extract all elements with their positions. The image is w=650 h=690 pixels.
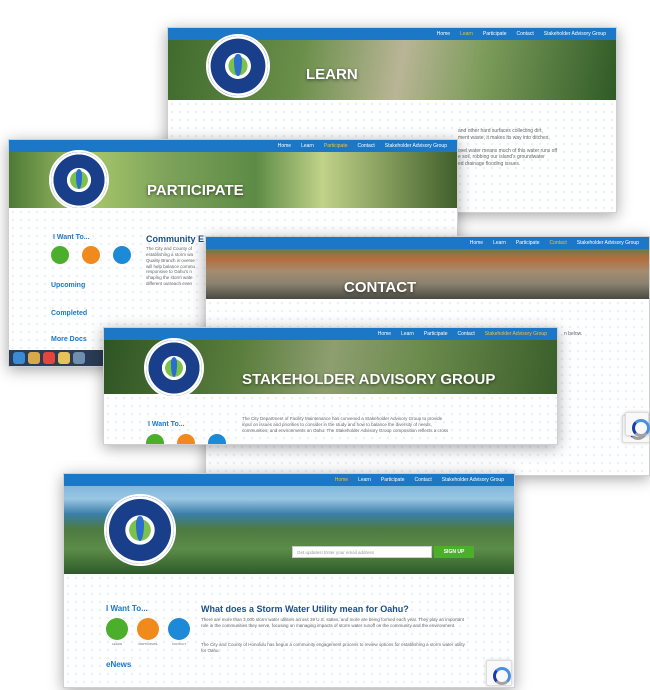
nav-link-contact[interactable]: Contact [358, 143, 375, 149]
nav-link-participate[interactable]: Participate [516, 240, 540, 246]
stakeholder-hero-title: STAKEHOLDER ADVISORY GROUP [242, 371, 496, 388]
nav-link-contact[interactable]: Contact [517, 31, 534, 37]
stakeholder-i-want-to: I Want To... [148, 421, 185, 428]
stakeholder-participate-circle[interactable] [177, 434, 195, 444]
home-recaptcha[interactable] [486, 660, 512, 686]
nav-link-participate[interactable]: Participate [381, 477, 405, 483]
nav-link-learn[interactable]: Learn [358, 477, 371, 483]
home-para2: The City and County of Honolulu has begu… [201, 642, 465, 653]
participate-i-want-to: I Want To... [53, 234, 90, 241]
icon-label: PARTICIPATE [138, 642, 158, 646]
home-navbar: Home Learn Participate Contact Stakeholder A… [64, 474, 514, 486]
home-signup-button[interactable]: SIGN UP [434, 546, 474, 558]
contact-hero-title: CONTACT [344, 279, 417, 296]
contact-navbar: Home Learn Participate Contact Stakeholder A… [206, 237, 649, 249]
nav-link-contact[interactable]: Contact [550, 240, 567, 246]
folder-icon[interactable] [58, 352, 70, 364]
lightbulb-icon[interactable] [106, 618, 128, 640]
home-email-input[interactable]: Get updates! Enter your email address [292, 546, 432, 558]
home-para1: There are more than 2,000 storm water ut… [201, 617, 465, 628]
nav-link-contact[interactable]: Contact [415, 477, 432, 483]
participate-contact-circle[interactable] [113, 246, 131, 264]
text-line: communities, and environments on Oahu. T… [242, 427, 449, 433]
home-heading: What does a Storm Water Utility mean for… [201, 604, 409, 614]
nav-link-learn[interactable]: Learn [460, 31, 473, 37]
stakeholder-learn-circle[interactable] [146, 434, 164, 444]
stakeholder-contact-circle[interactable] [208, 434, 226, 444]
participate-completed[interactable]: Completed [51, 310, 87, 317]
contact-side-text: n below. [564, 331, 583, 337]
participate-more[interactable]: More Docs [51, 336, 87, 343]
people-icon[interactable] [137, 618, 159, 640]
learn-text: and other hard surfaces collecting dirt,… [458, 128, 608, 167]
chrome-icon[interactable] [43, 352, 55, 364]
nav-link-contact[interactable]: Contact [458, 331, 475, 337]
nav-link-stakeholder-advisory-group[interactable]: Stakeholder Advisory Group [442, 477, 504, 483]
explorer-icon[interactable] [28, 352, 40, 364]
stakeholder-page-screenshot: STAKEHOLDER ADVISORY GROUP Home Learn Part… [103, 327, 558, 445]
participate-heading: Community E [146, 234, 205, 244]
nav-link-learn[interactable]: Learn [493, 240, 506, 246]
home-logo [104, 494, 176, 566]
participate-participate-circle[interactable] [82, 246, 100, 264]
nav-link-stakeholder-advisory-group[interactable]: Stakeholder Advisory Group [544, 31, 606, 37]
participate-logo [49, 150, 109, 210]
nav-link-learn[interactable]: Learn [301, 143, 314, 149]
nav-link-stakeholder-advisory-group[interactable]: Stakeholder Advisory Group [485, 331, 547, 337]
nav-link-home[interactable]: Home [335, 477, 348, 483]
learn-hero-title: LEARN [306, 66, 358, 83]
nav-link-home[interactable]: Home [278, 143, 291, 149]
nav-link-stakeholder-advisory-group[interactable]: Stakeholder Advisory Group [385, 143, 447, 149]
home-i-want-to: I Want To... [106, 604, 148, 613]
app-icon[interactable] [73, 352, 85, 364]
nav-link-participate[interactable]: Participate [483, 31, 507, 37]
learn-logo [206, 34, 270, 98]
nav-link-home[interactable]: Home [470, 240, 483, 246]
nav-link-home[interactable]: Home [378, 331, 391, 337]
nav-link-participate[interactable]: Participate [324, 143, 348, 149]
home-enews: eNews [106, 660, 132, 669]
stakeholder-recaptcha[interactable] [625, 412, 650, 437]
nav-link-learn[interactable]: Learn [401, 331, 414, 337]
participate-learn-circle[interactable] [51, 246, 69, 264]
participate-upcoming[interactable]: Upcoming [51, 282, 85, 289]
stakeholder-logo [144, 338, 204, 398]
participate-hero-title: PARTICIPATE [147, 182, 244, 199]
text-line: ed drainage flooding issues. [458, 160, 521, 167]
envelope-icon[interactable] [168, 618, 190, 640]
stakeholder-text: The City Department of Facility Maintena… [242, 416, 542, 434]
stakeholder-body: I Want To... The City Department of Faci… [104, 394, 557, 444]
home-page-screenshot: Get updates! Enter your email address SI… [63, 473, 515, 688]
start-icon[interactable] [13, 352, 25, 364]
icon-label: LEARN [111, 642, 122, 646]
nav-link-stakeholder-advisory-group[interactable]: Stakeholder Advisory Group [577, 240, 639, 246]
icon-label: CONTACT [171, 642, 187, 646]
nav-link-home[interactable]: Home [437, 31, 450, 37]
nav-link-participate[interactable]: Participate [424, 331, 448, 337]
home-body: I Want To... LEARN PARTICIPATE CONTACT eNe… [64, 574, 514, 687]
